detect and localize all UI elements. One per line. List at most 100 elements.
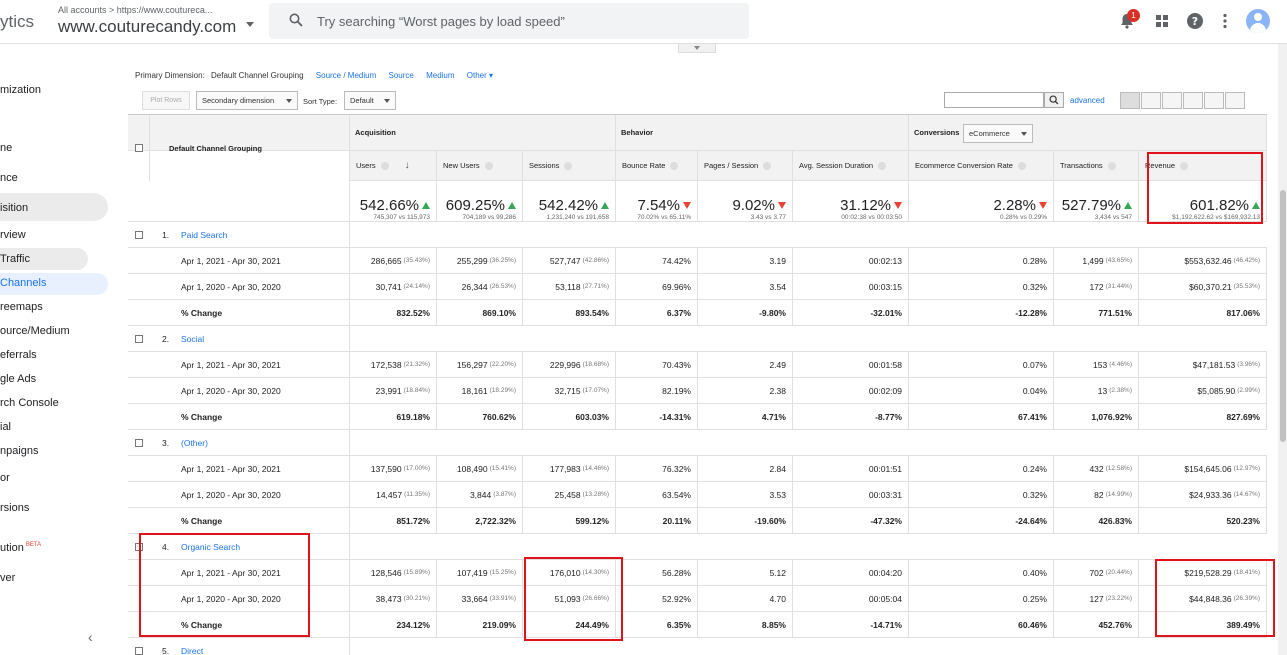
help-icon[interactable] xyxy=(484,161,493,170)
sidebar-item-social[interactable]: ial xyxy=(0,421,11,433)
column-header-5[interactable]: Avg. Session Duration xyxy=(793,151,909,180)
help-icon[interactable] xyxy=(670,161,679,170)
sort-desc-icon[interactable]: ↓ xyxy=(405,160,410,171)
more-vert-icon[interactable] xyxy=(1216,12,1234,30)
sidebar-item-treemaps[interactable]: reemaps xyxy=(0,301,43,313)
pie-view-icon[interactable] xyxy=(1141,92,1161,109)
cell-percent: (17.00%) xyxy=(403,465,430,472)
help-icon[interactable] xyxy=(1017,161,1026,170)
primary-dimension-source[interactable]: Source xyxy=(388,71,413,80)
column-header-label: Ecommerce Conversion Rate xyxy=(915,161,1013,170)
table-cell: 107,419 (15.25%) xyxy=(437,560,523,585)
sidebar-item-audience[interactable]: nce xyxy=(0,172,18,184)
arrow-up-icon xyxy=(601,202,609,209)
cell-percent: (3.96%) xyxy=(1237,361,1260,368)
sidebar-item-google-ads[interactable]: gle Ads xyxy=(0,373,36,385)
sidebar-item-source-medium[interactable]: ource/Medium xyxy=(0,325,70,337)
help-icon[interactable] xyxy=(763,161,772,170)
column-header-label: Sessions xyxy=(529,161,560,170)
help-icon[interactable] xyxy=(380,161,389,170)
group-row: 5. Direct xyxy=(128,638,1267,655)
row-label-cell: Apr 1, 2020 - Apr 30, 2020 xyxy=(128,482,350,507)
sidebar-item-campaigns[interactable]: npaigns xyxy=(0,445,39,457)
column-header-7[interactable]: Transactions xyxy=(1054,151,1139,180)
table-cell: 67.41% xyxy=(909,404,1054,429)
sidebar-item-home[interactable]: ne xyxy=(0,142,12,154)
scrollbar-thumb[interactable] xyxy=(1280,190,1286,442)
sidebar-item-behavior[interactable]: or xyxy=(0,472,10,484)
help-icon[interactable] xyxy=(564,161,573,170)
comparison-view-icon[interactable] xyxy=(1183,92,1203,109)
table-cell: $154,645.06 (12.97%) xyxy=(1139,456,1267,481)
column-header-6[interactable]: Ecommerce Conversion Rate xyxy=(909,151,1054,180)
column-header-2[interactable]: Sessions xyxy=(523,151,616,180)
sidebar-item-channels[interactable]: Channels xyxy=(0,277,46,289)
sidebar-item-customization[interactable]: mization xyxy=(0,84,41,96)
table-cell: 00:03:15 xyxy=(793,274,909,299)
row-label: Apr 1, 2021 - Apr 30, 2021 xyxy=(181,463,281,474)
primary-dimension-medium[interactable]: Medium xyxy=(426,71,454,80)
column-header-1[interactable]: New Users xyxy=(437,151,523,180)
summary-change: 2.28% xyxy=(993,197,1047,214)
plot-rows-button[interactable]: Plot Rows xyxy=(142,91,190,110)
cell-value: 817.06% xyxy=(1226,307,1260,318)
sidebar-item-attribution[interactable]: ution BETA xyxy=(0,542,41,554)
highlight-organic-sessions xyxy=(524,557,623,641)
summary-change-value: 9.02% xyxy=(732,197,775,214)
cell-value: 4.70 xyxy=(769,593,786,604)
column-header-label: Bounce Rate xyxy=(622,161,666,170)
select-all-checkbox[interactable] xyxy=(135,144,143,152)
account-selector[interactable]: www.couturecandy.com xyxy=(58,17,236,37)
table-cell: -14.31% xyxy=(616,404,698,429)
sidebar-item-all-traffic[interactable]: Traffic xyxy=(0,253,30,265)
table-cell: 70.43% xyxy=(616,352,698,377)
search-input[interactable]: Try searching “Worst pages by load speed… xyxy=(269,3,749,39)
sidebar-item-overview[interactable]: rview xyxy=(0,229,26,241)
apps-grid-icon[interactable] xyxy=(1153,12,1171,30)
account-breadcrumb[interactable]: All accounts > https://www.couturecа... xyxy=(58,5,212,15)
performance-view-icon[interactable] xyxy=(1162,92,1182,109)
secondary-dimension-select[interactable]: Secondary dimension xyxy=(196,91,298,110)
sidebar-item-referrals[interactable]: eferrals xyxy=(0,349,37,361)
cell-value: 67.41% xyxy=(1018,411,1047,422)
search-icon[interactable] xyxy=(1044,92,1064,108)
primary-dimension-other[interactable]: Other ▾ xyxy=(467,71,493,80)
help-icon[interactable]: ? xyxy=(1186,12,1204,30)
table-cell: 69.96% xyxy=(616,274,698,299)
summary-change: 31.12% xyxy=(840,197,902,214)
column-header-4[interactable]: Pages / Session xyxy=(698,151,793,180)
table-cell: 0.24% xyxy=(909,456,1054,481)
table-cell: 128,546 (15.89%) xyxy=(350,560,437,585)
table-view-icon[interactable] xyxy=(1120,92,1140,109)
primary-dimension-source-medium[interactable]: Source / Medium xyxy=(316,71,376,80)
chevron-down-icon[interactable] xyxy=(246,22,254,27)
sort-type-select[interactable]: Default xyxy=(344,91,396,110)
cell-value: $24,933.36 xyxy=(1189,489,1232,500)
pivot-view-icon[interactable] xyxy=(1225,92,1245,109)
cell-percent: (2.38%) xyxy=(1109,387,1132,394)
help-icon[interactable] xyxy=(1107,161,1116,170)
advanced-filter-link[interactable]: advanced xyxy=(1070,96,1105,105)
cell-value: 172 xyxy=(1089,281,1104,292)
arrow-down-icon xyxy=(778,202,786,209)
cell-value: 00:01:51 xyxy=(868,463,902,474)
sidebar-item-conversions[interactable]: rsions xyxy=(0,502,29,514)
table-cell: 74.42% xyxy=(616,248,698,273)
sidebar-item-discover[interactable]: ver xyxy=(0,572,15,584)
term-cloud-view-icon[interactable] xyxy=(1204,92,1224,109)
column-header-3[interactable]: Bounce Rate xyxy=(616,151,698,180)
table-cell: 00:04:20 xyxy=(793,560,909,585)
help-icon[interactable] xyxy=(878,161,887,170)
collapse-sidebar-icon[interactable]: ‹ xyxy=(88,629,93,645)
sidebar-item-acquisition[interactable]: isition xyxy=(0,202,28,214)
table-filter-input[interactable] xyxy=(944,92,1044,108)
table-row: % Change 619.18% 760.62% 603.03% -14.31% 4.71… xyxy=(128,404,1267,430)
chart-toggle-handle[interactable] xyxy=(678,44,716,53)
sidebar-item-search-console[interactable]: rch Console xyxy=(0,397,59,409)
conversions-goal-select[interactable]: eCommerce xyxy=(963,124,1033,143)
group-column-header[interactable]: Default Channel Grouping xyxy=(150,115,350,181)
avatar[interactable] xyxy=(1246,9,1270,33)
table-cell: 229,996 (18.68%) xyxy=(523,352,616,377)
column-header-0[interactable]: Users ↓ xyxy=(350,151,437,180)
table-cell: 3.53 xyxy=(698,482,793,507)
